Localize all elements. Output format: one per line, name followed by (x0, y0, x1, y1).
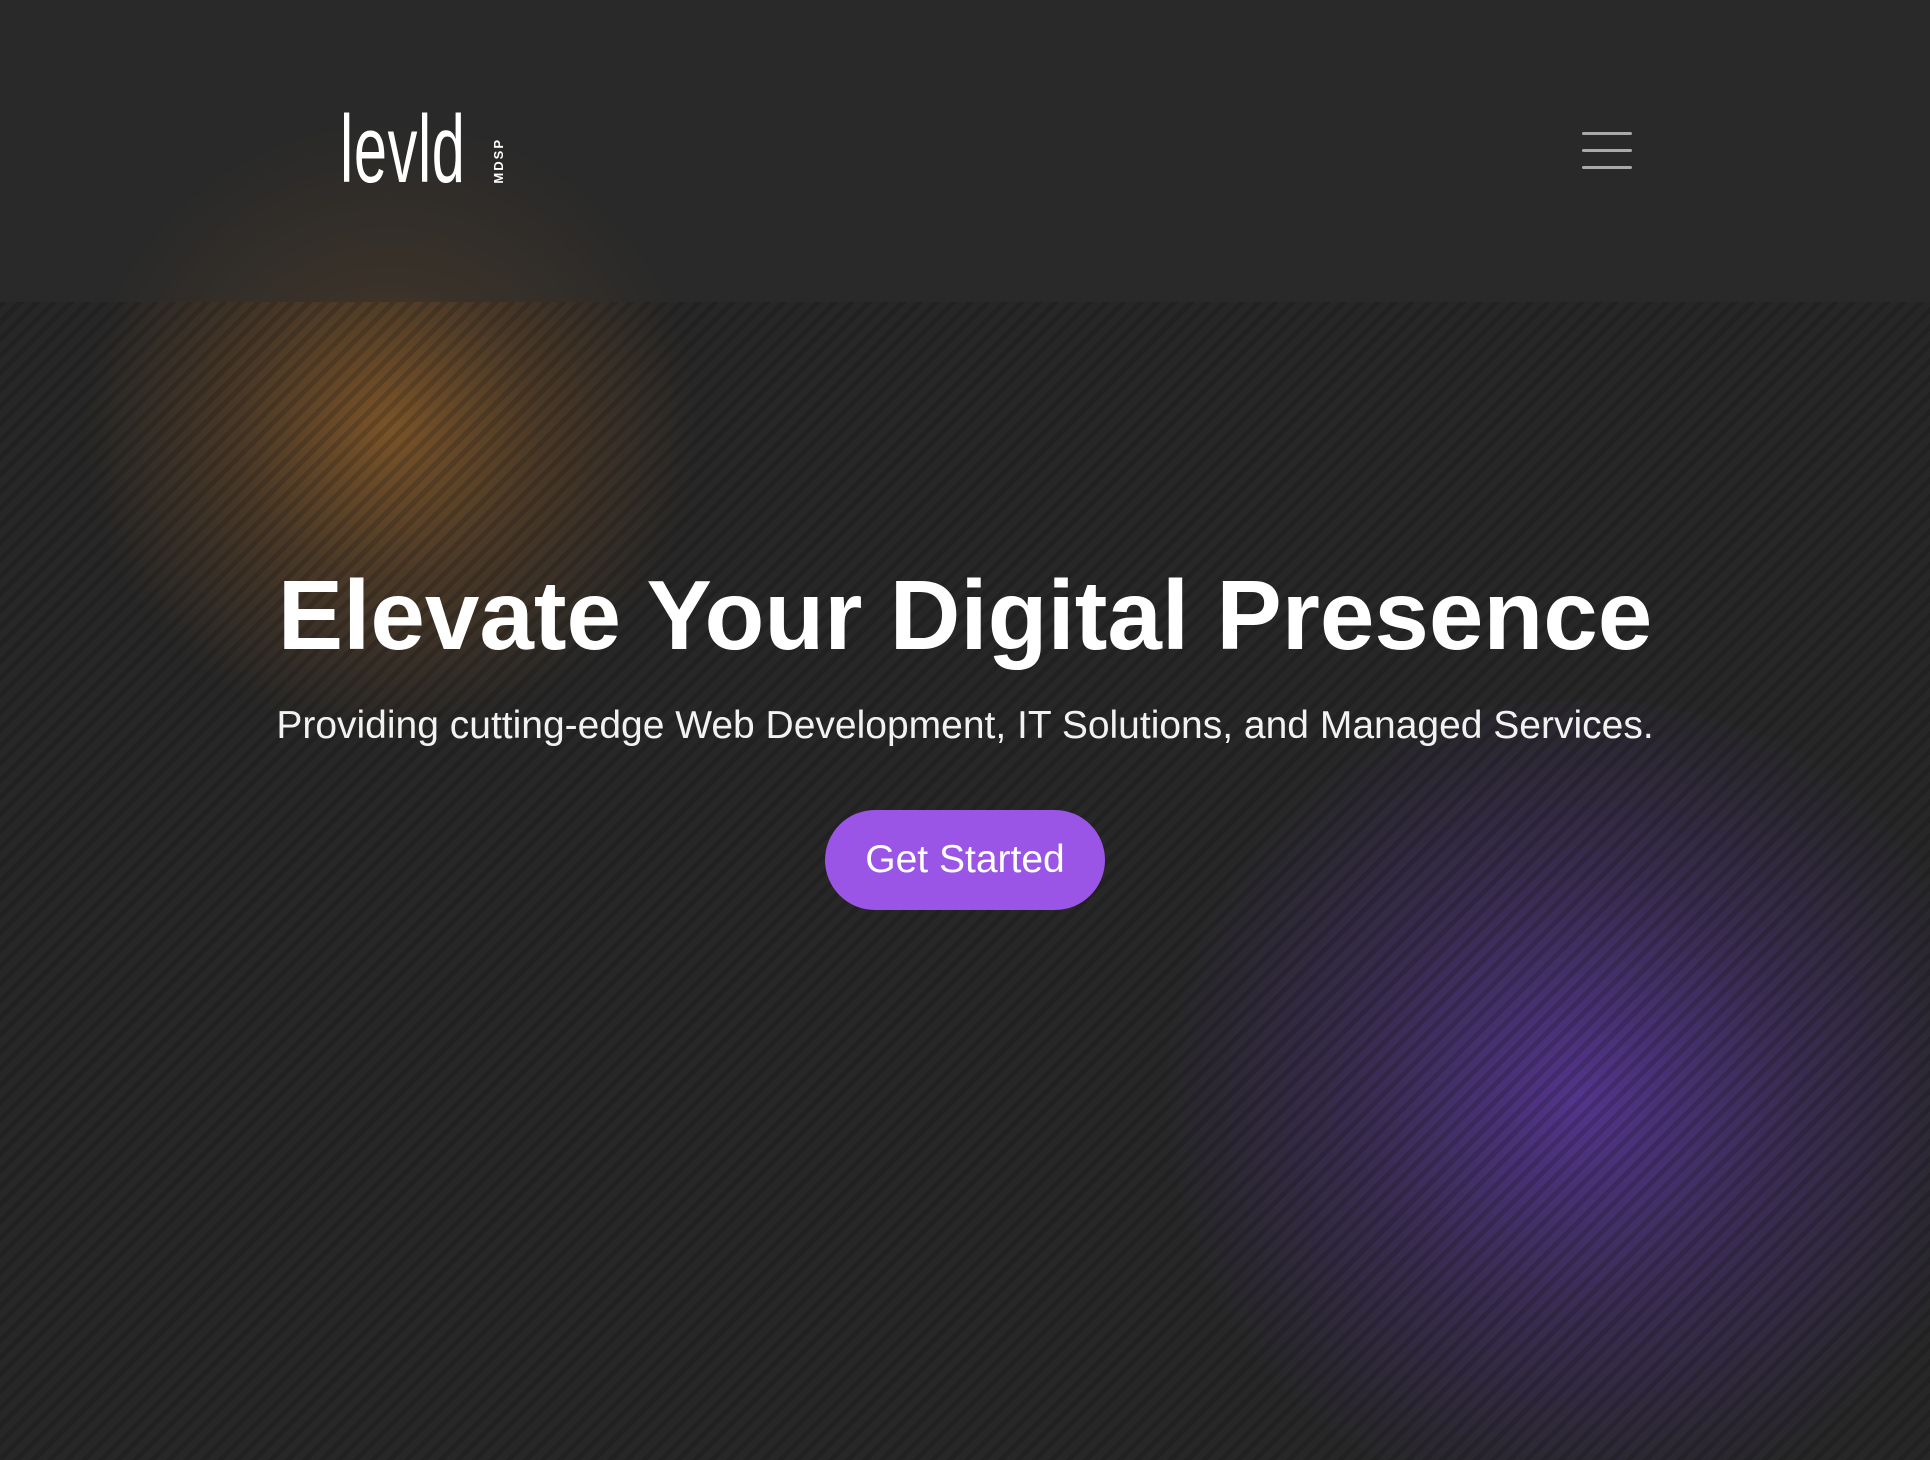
page: levld MDSP Elevate Your Digital Presence… (0, 0, 1930, 1460)
hero-subtitle: Providing cutting-edge Web Development, … (276, 704, 1654, 747)
hero-section: Elevate Your Digital Presence Providing … (0, 540, 1930, 754)
hamburger-menu-icon[interactable] (1582, 130, 1632, 172)
hero-title: Elevate Your Digital Presence (277, 560, 1653, 670)
logo-subtext: MDSP (491, 138, 506, 184)
menu-line-bottom (1582, 166, 1632, 169)
menu-line-top (1582, 132, 1632, 135)
get-started-button[interactable]: Get Started (825, 810, 1105, 910)
logo-wordmark: levld (340, 96, 466, 203)
menu-line-middle (1582, 149, 1632, 152)
site-header: levld MDSP (0, 0, 1930, 302)
purple-glow (1130, 700, 1930, 1460)
logo[interactable]: levld MDSP (340, 88, 506, 203)
